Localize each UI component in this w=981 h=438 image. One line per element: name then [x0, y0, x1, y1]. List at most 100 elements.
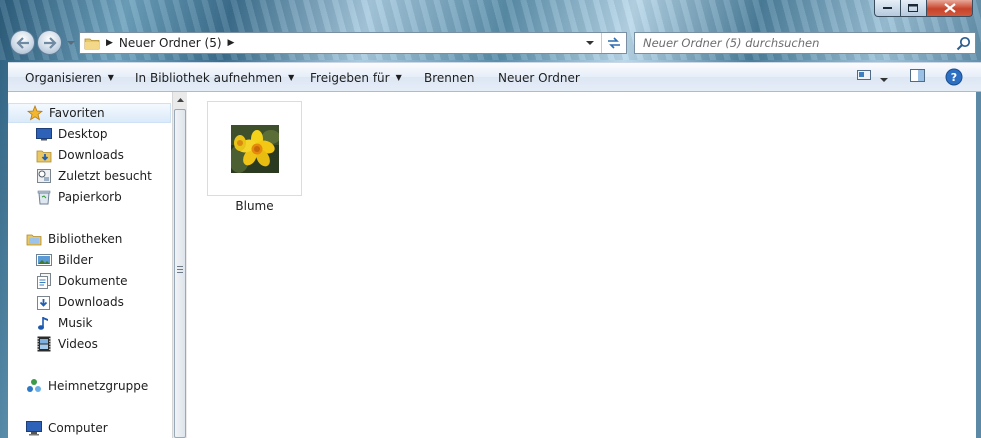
new-folder-button[interactable]: Neuer Ordner: [498, 63, 580, 92]
file-name: Blume: [235, 199, 274, 213]
nav-libraries[interactable]: Bibliotheken: [8, 229, 122, 249]
nav-item-label: Zuletzt besucht: [58, 169, 152, 183]
address-bar[interactable]: ▶ Neuer Ordner (5) ▶: [79, 32, 627, 54]
nav-item-label: Bilder: [58, 253, 93, 267]
nav-computer-label: Computer: [48, 421, 108, 435]
file-thumbnail[interactable]: [207, 101, 302, 196]
flower-image-thumbnail: [231, 125, 279, 173]
search-input[interactable]: [641, 35, 955, 51]
search-box[interactable]: [634, 32, 976, 54]
nav-item-recycle-bin[interactable]: Papierkorb: [8, 187, 122, 207]
breadcrumb-separator-icon[interactable]: ▶: [228, 38, 235, 48]
window-right-border: [976, 92, 981, 438]
recycle-bin-icon: [36, 189, 52, 205]
burn-button[interactable]: Brennen: [424, 63, 474, 92]
nav-item-downloads-library[interactable]: Downloads: [8, 292, 124, 312]
navigation-pane: Favoriten Desktop Downloads Zuletzt besu…: [8, 92, 172, 438]
nav-libraries-label: Bibliotheken: [48, 232, 123, 246]
close-button[interactable]: [927, 0, 973, 17]
nav-homegroup-label: Heimnetzgruppe: [48, 379, 149, 393]
favorites-star-icon: [27, 105, 43, 121]
nav-item-label: Downloads: [58, 295, 124, 309]
homegroup-icon: [26, 378, 42, 394]
recent-places-icon: [36, 168, 52, 184]
pictures-icon: [36, 252, 52, 268]
breadcrumb-current-folder[interactable]: Neuer Ordner (5): [119, 36, 222, 50]
navigation-buttons: [8, 30, 78, 58]
command-bar: Organisieren ▼ In Bibliothek aufnehmen ▼ F…: [8, 62, 981, 92]
preview-pane-icon: [910, 69, 925, 82]
preview-pane-button[interactable]: [910, 69, 926, 86]
address-history-dropdown[interactable]: [582, 33, 598, 53]
search-icon[interactable]: [956, 36, 971, 51]
nav-item-label: Downloads: [58, 148, 124, 162]
libraries-icon: [26, 231, 42, 247]
nav-favorites-label: Favoriten: [49, 106, 105, 120]
chevron-down-icon: ▼: [107, 73, 114, 82]
chevron-down-icon: ▼: [288, 73, 295, 82]
scrollbar-thumb[interactable]: [174, 109, 186, 438]
nav-item-label: Dokumente: [58, 274, 128, 288]
svg-text:?: ?: [951, 71, 957, 84]
nav-item-documents[interactable]: Dokumente: [8, 271, 128, 291]
help-button[interactable]: ?: [945, 68, 963, 89]
close-icon: [943, 3, 956, 13]
chevron-up-icon: [176, 98, 184, 102]
view-options-icon: [857, 70, 871, 80]
chevron-down-icon: ▼: [395, 73, 402, 82]
minimize-button[interactable]: [874, 0, 901, 17]
file-list: Blume: [187, 92, 976, 438]
videos-icon: [36, 336, 52, 352]
include-in-library-label: In Bibliothek aufnehmen: [135, 70, 283, 85]
nav-computer[interactable]: Computer: [8, 418, 108, 438]
organize-menu-button[interactable]: Organisieren ▼: [25, 63, 114, 92]
scroll-up-button[interactable]: [173, 92, 187, 108]
nav-item-pictures[interactable]: Bilder: [8, 250, 93, 270]
organize-label: Organisieren: [25, 70, 102, 85]
chevron-down-icon: [880, 78, 888, 82]
forward-button[interactable]: [37, 30, 62, 55]
navigation-pane-scrollbar[interactable]: [172, 92, 187, 438]
include-in-library-button[interactable]: In Bibliothek aufnehmen ▼: [135, 63, 294, 92]
help-icon: ?: [945, 68, 963, 86]
nav-item-videos[interactable]: Videos: [8, 334, 98, 354]
nav-item-recent-places[interactable]: Zuletzt besucht: [8, 166, 152, 186]
nav-item-music[interactable]: Musik: [8, 313, 93, 333]
share-with-button[interactable]: Freigeben für ▼: [310, 63, 402, 92]
change-view-button[interactable]: [857, 69, 871, 84]
folder-icon: [84, 38, 100, 50]
computer-icon: [26, 420, 42, 436]
desktop-icon: [36, 126, 52, 142]
maximize-icon: [908, 3, 918, 12]
nav-homegroup[interactable]: Heimnetzgruppe: [8, 376, 148, 396]
chevron-down-icon: [67, 40, 75, 45]
documents-icon: [36, 273, 52, 289]
downloads-icon: [36, 294, 52, 310]
nav-item-desktop[interactable]: Desktop: [8, 124, 108, 144]
nav-item-downloads[interactable]: Downloads: [8, 145, 124, 165]
chevron-down-icon: [586, 40, 594, 45]
nav-item-label: Musik: [58, 316, 93, 330]
arrow-left-icon: [15, 36, 29, 49]
back-button[interactable]: [10, 30, 35, 55]
scrollbar-grip: [177, 266, 183, 273]
share-with-label: Freigeben für: [310, 70, 390, 85]
nav-item-label: Desktop: [58, 127, 108, 141]
caption-buttons: [874, 0, 973, 17]
music-icon: [36, 315, 52, 331]
burn-label: Brennen: [424, 70, 475, 85]
nav-favorites[interactable]: Favoriten: [8, 103, 171, 123]
arrow-right-icon: [43, 36, 57, 49]
nav-item-label: Videos: [58, 337, 98, 351]
downloads-icon: [36, 147, 52, 163]
minimize-icon: [882, 7, 892, 9]
recent-pages-dropdown[interactable]: [66, 38, 76, 48]
nav-item-label: Papierkorb: [58, 190, 122, 204]
new-folder-label: Neuer Ordner: [498, 70, 580, 85]
refresh-icon: [608, 37, 620, 49]
maximize-button[interactable]: [901, 0, 927, 17]
refresh-button[interactable]: [601, 33, 626, 53]
file-item[interactable]: Blume: [207, 101, 302, 218]
view-dropdown[interactable]: [880, 72, 888, 86]
breadcrumb-separator-icon[interactable]: ▶: [106, 38, 113, 48]
